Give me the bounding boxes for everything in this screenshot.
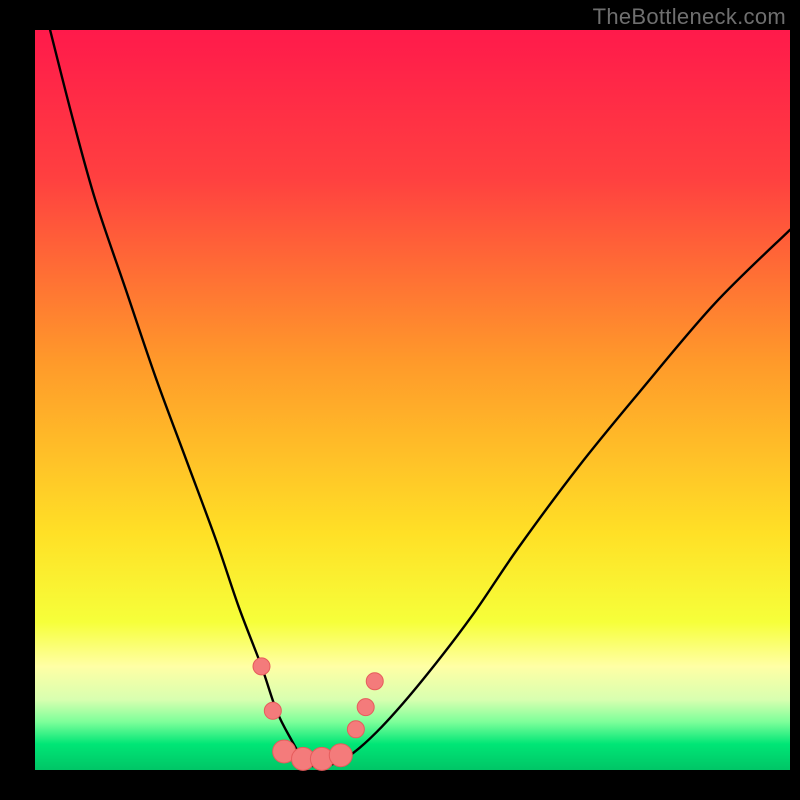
bottleneck-chart xyxy=(0,0,800,800)
data-marker xyxy=(347,721,364,738)
data-marker xyxy=(253,658,270,675)
data-marker xyxy=(366,673,383,690)
watermark-text: TheBottleneck.com xyxy=(593,4,786,30)
data-marker xyxy=(329,744,352,767)
chart-container: TheBottleneck.com xyxy=(0,0,800,800)
data-marker xyxy=(264,702,281,719)
gradient-background xyxy=(35,30,790,770)
data-marker xyxy=(357,699,374,716)
